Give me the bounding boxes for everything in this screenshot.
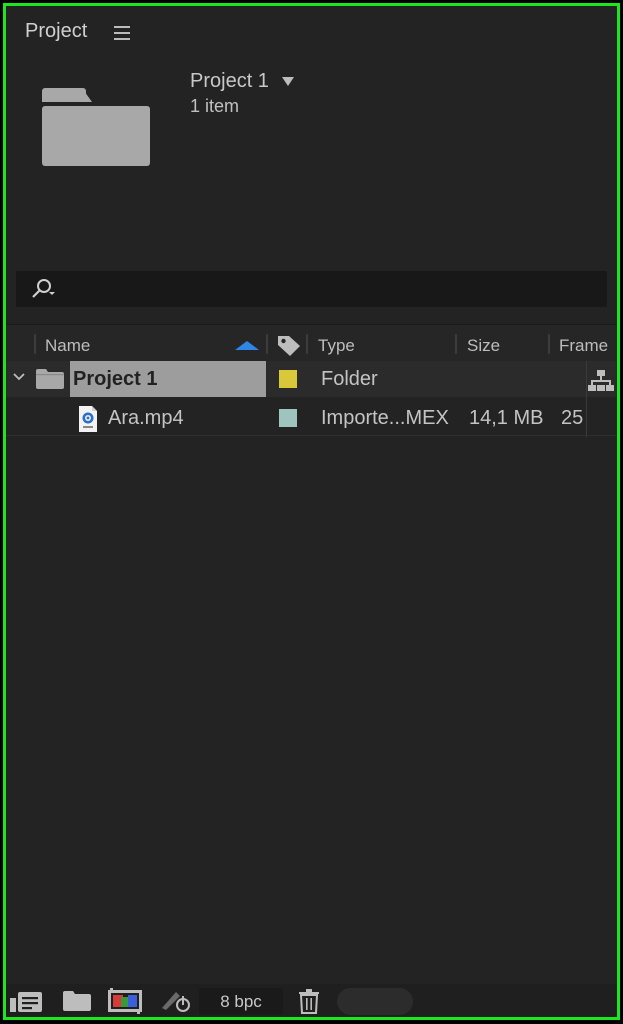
video-file-icon (79, 406, 97, 432)
table-row[interactable]: Project 1 Folder (6, 361, 617, 397)
trash-icon[interactable] (298, 988, 320, 1014)
search-input[interactable] (16, 271, 607, 307)
row-size: 14,1 MB (469, 407, 544, 429)
project-item-count: 1 item (190, 96, 240, 116)
zoom-slider[interactable] (337, 988, 413, 1015)
bit-depth-button[interactable]: 8 bpc (199, 988, 283, 1015)
label-color-swatch[interactable] (279, 409, 297, 427)
folder-icon (36, 369, 64, 389)
row-name[interactable]: Project 1 (73, 368, 157, 391)
new-composition-icon[interactable] (108, 988, 142, 1014)
label-tag-icon[interactable] (276, 333, 302, 357)
row-frame: 25 (561, 407, 584, 429)
table-row[interactable]: Ara.mp4 Importe...MEX 14,1 MB 25 (6, 399, 617, 435)
column-frame[interactable]: Frame (559, 336, 608, 356)
column-divider-line (586, 361, 587, 437)
project-name[interactable]: Project 1 (190, 70, 269, 93)
flowchart-icon[interactable] (588, 369, 614, 393)
panel-footer: 8 bpc (6, 984, 617, 1017)
label-color-swatch[interactable] (279, 370, 297, 388)
project-panel: Project Project 1 1 item Name Type Size (3, 3, 620, 1020)
project-dropdown-caret-icon[interactable] (282, 77, 294, 86)
panel-title: Project (25, 20, 88, 42)
hamburger-menu-icon[interactable] (114, 26, 130, 40)
row-type: Folder (321, 368, 378, 390)
column-header: Name Type Size Frame (6, 324, 617, 365)
column-name[interactable]: Name (45, 336, 90, 356)
column-divider[interactable] (34, 334, 36, 354)
column-divider[interactable] (548, 334, 550, 354)
panel-header: Project (6, 6, 617, 58)
column-size[interactable]: Size (467, 336, 500, 356)
row-name[interactable]: Ara.mp4 (108, 407, 184, 430)
row-type: Importe...MEX (321, 407, 449, 429)
flowchart-power-icon[interactable] (158, 988, 192, 1014)
search-icon[interactable] (30, 278, 56, 300)
row-divider (6, 435, 617, 436)
column-divider[interactable] (306, 334, 308, 354)
interpret-footage-icon[interactable] (10, 988, 44, 1014)
column-divider[interactable] (266, 334, 268, 354)
sort-ascending-icon[interactable] (235, 341, 259, 350)
column-divider[interactable] (455, 334, 457, 354)
folder-thumbnail-icon (42, 88, 152, 170)
new-folder-icon[interactable] (62, 988, 92, 1012)
chevron-down-icon[interactable] (13, 373, 25, 381)
column-type[interactable]: Type (318, 336, 355, 356)
